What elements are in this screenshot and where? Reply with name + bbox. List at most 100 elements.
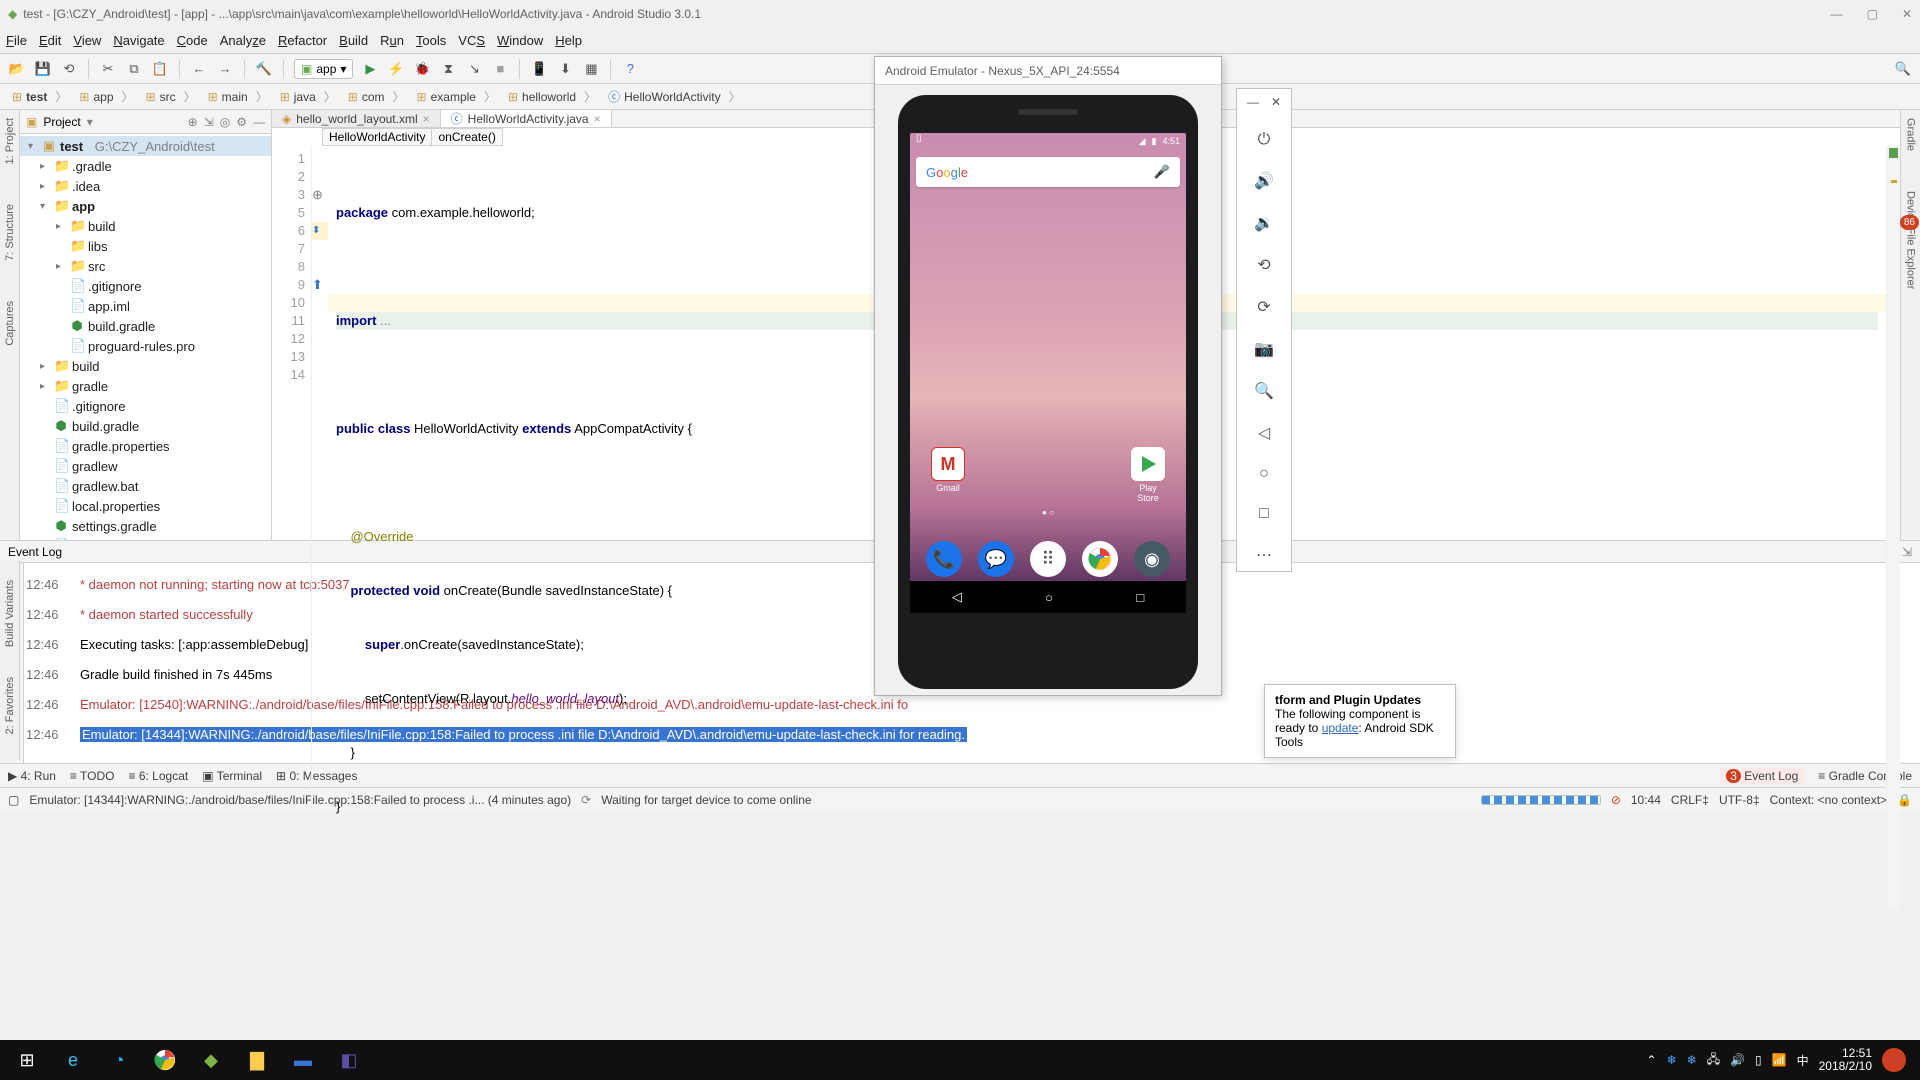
rail-device-explorer[interactable]: Device File Explorer <box>1905 191 1917 289</box>
tray-volume-icon[interactable]: 🔊 <box>1730 1053 1745 1067</box>
rail-favorites[interactable]: 2: Favorites <box>4 677 16 734</box>
dock-messages[interactable]: 💬 <box>978 541 1014 577</box>
crumb-java[interactable]: ⊞java〉 <box>276 88 344 105</box>
help-icon[interactable]: ? <box>621 60 639 78</box>
error-stripe[interactable] <box>1886 146 1900 910</box>
tree-item[interactable]: ▸📁gradle <box>20 376 271 396</box>
rail-captures[interactable]: Captures <box>4 301 16 346</box>
menu-build[interactable]: Build <box>339 33 368 48</box>
tray-wifi-icon[interactable]: 📶 <box>1772 1053 1787 1067</box>
target-icon[interactable]: ◎ <box>220 115 230 129</box>
open-icon[interactable]: 📂 <box>8 60 26 78</box>
tray-ime-icon[interactable]: 中 <box>1797 1052 1809 1069</box>
btn-terminal[interactable]: ▣ Terminal <box>202 769 262 783</box>
menu-code[interactable]: Code <box>177 33 208 48</box>
menu-tools[interactable]: Tools <box>416 33 446 48</box>
tray-network-icon[interactable]: 🖧 <box>1707 1050 1720 1071</box>
taskbar-qq[interactable]: ◔ <box>98 1042 140 1078</box>
run-icon[interactable]: ▶ <box>361 60 379 78</box>
update-notification[interactable]: tform and Plugin Updates The following c… <box>1264 684 1456 758</box>
btn-run[interactable]: ▶ 4: Run <box>8 769 56 783</box>
close-tab-icon[interactable]: × <box>423 112 430 126</box>
menu-window[interactable]: Window <box>497 33 543 48</box>
crumb-method[interactable]: onCreate() <box>431 128 502 146</box>
phone-screen[interactable]: ◢ ▮ 4:51 ▯ Google 🎤 M Gmail Play Store <box>910 133 1186 613</box>
tree-item[interactable]: 📄local.properties <box>20 496 271 516</box>
expand-icon[interactable]: ⇲ <box>204 115 214 129</box>
run-config-selector[interactable]: ▣ app ▾ <box>294 59 353 79</box>
taskbar-android-studio[interactable]: ◆ <box>190 1042 232 1078</box>
project-tree[interactable]: ▾▣ test G:\CZY_Android\test ▸📁.gradle▸📁.… <box>20 134 271 540</box>
crumb-src[interactable]: ⊞src〉 <box>142 88 204 105</box>
tab-java-active[interactable]: ⓒ HelloWorldActivity.java × <box>441 110 612 127</box>
taskbar-emulator[interactable]: ▬ <box>282 1042 324 1078</box>
dock-chrome[interactable] <box>1082 541 1118 577</box>
dock-phone[interactable]: 📞 <box>926 541 962 577</box>
forward-icon[interactable]: → <box>216 60 234 78</box>
tray-snow-icon[interactable]: ❄ <box>1687 1053 1697 1067</box>
em-rotate-right-icon[interactable]: ⟳ <box>1257 297 1270 317</box>
crumb-app[interactable]: ⊞app〉 <box>75 88 141 105</box>
tab-layout-xml[interactable]: ◈ hello_world_layout.xml × <box>272 110 441 127</box>
menu-edit[interactable]: Edit <box>39 33 61 48</box>
tray-clock[interactable]: 12:512018/2/10 <box>1819 1047 1872 1073</box>
crumb-example[interactable]: ⊞example〉 <box>413 88 504 105</box>
tree-item[interactable]: 📄gradle.properties <box>20 436 271 456</box>
project-view-label[interactable]: Project <box>43 115 80 129</box>
menu-navigate[interactable]: Navigate <box>113 33 164 48</box>
nav-recent[interactable]: □ <box>1136 590 1144 605</box>
tree-item[interactable]: 📄gradlew <box>20 456 271 476</box>
hide-icon[interactable]: ⇲ <box>1902 545 1912 559</box>
taskbar-explorer[interactable]: ▇ <box>236 1042 278 1078</box>
rail-gradle[interactable]: Gradle <box>1905 118 1917 151</box>
menu-help[interactable]: Help <box>555 33 582 48</box>
cut-icon[interactable]: ✂ <box>99 60 117 78</box>
em-back-icon[interactable]: ◁ <box>1258 423 1270 443</box>
tree-item[interactable]: ⬢build.gradle <box>20 316 271 336</box>
em-more-icon[interactable]: ⋯ <box>1256 545 1272 565</box>
app-playstore[interactable]: Play Store <box>1128 447 1168 503</box>
menu-analyze[interactable]: Analyze <box>220 33 266 48</box>
tree-item[interactable]: ▸📁.gradle <box>20 156 271 176</box>
nav-back[interactable]: ◁ <box>952 589 962 605</box>
crumb-helloworld[interactable]: ⊞helloworld〉 <box>504 88 604 105</box>
tray-chevron-up-icon[interactable]: ⌃ <box>1647 1053 1657 1067</box>
tree-item[interactable]: 📁libs <box>20 236 271 256</box>
start-button[interactable]: ⊞ <box>6 1042 48 1078</box>
em-overview-icon[interactable]: □ <box>1259 505 1269 523</box>
close-button[interactable]: ✕ <box>1902 7 1912 21</box>
attach-icon[interactable]: ↘ <box>465 60 483 78</box>
rail-structure[interactable]: 7: Structure <box>4 204 16 261</box>
crumb-com[interactable]: ⊞com〉 <box>344 88 413 105</box>
tree-item[interactable]: ▸📁build <box>20 356 271 376</box>
crumb-class[interactable]: ⓒHelloWorldActivity〉 <box>604 88 749 105</box>
emulator-window[interactable]: Android Emulator - Nexus_5X_API_24:5554 … <box>874 56 1222 696</box>
statusbar-icon[interactable]: ▢ <box>8 793 19 807</box>
em-home-icon[interactable]: ○ <box>1259 465 1269 483</box>
chevron-down-icon[interactable]: ▾ <box>87 115 93 129</box>
em-close[interactable]: ✕ <box>1271 95 1281 109</box>
rail-build-variants[interactable]: Build Variants <box>4 580 16 647</box>
tree-item[interactable]: ▸📁.idea <box>20 176 271 196</box>
tree-item[interactable]: 📄.gitignore <box>20 396 271 416</box>
em-power-icon[interactable]: ⏻ <box>1258 131 1271 149</box>
btn-logcat[interactable]: ≡ 6: Logcat <box>129 769 189 783</box>
app-gmail[interactable]: M Gmail <box>928 447 968 503</box>
tray-battery-icon[interactable]: ▯ <box>1755 1053 1762 1067</box>
taskbar-ie[interactable]: e <box>52 1042 94 1078</box>
dock-camera[interactable]: ◉ <box>1134 541 1170 577</box>
copy-icon[interactable]: ⧉ <box>125 60 143 78</box>
gutter-impl-icon[interactable]: ⬆ <box>312 276 328 294</box>
save-icon[interactable]: 💾 <box>34 60 52 78</box>
em-camera-icon[interactable]: 📷 <box>1254 339 1274 359</box>
menu-view[interactable]: View <box>73 33 101 48</box>
nav-home[interactable]: ○ <box>1045 590 1053 605</box>
apply-changes-icon[interactable]: ⚡ <box>387 60 405 78</box>
tree-item[interactable]: 📄gradlew.bat <box>20 476 271 496</box>
paste-icon[interactable]: 📋 <box>151 60 169 78</box>
tree-item[interactable]: 📄.gitignore <box>20 276 271 296</box>
dock-apps[interactable]: ⠿ <box>1030 541 1066 577</box>
tree-item[interactable]: 📄proguard-rules.pro <box>20 336 271 356</box>
tree-item[interactable]: ⬢settings.gradle <box>20 516 271 536</box>
avd-icon[interactable]: 📱 <box>530 60 548 78</box>
